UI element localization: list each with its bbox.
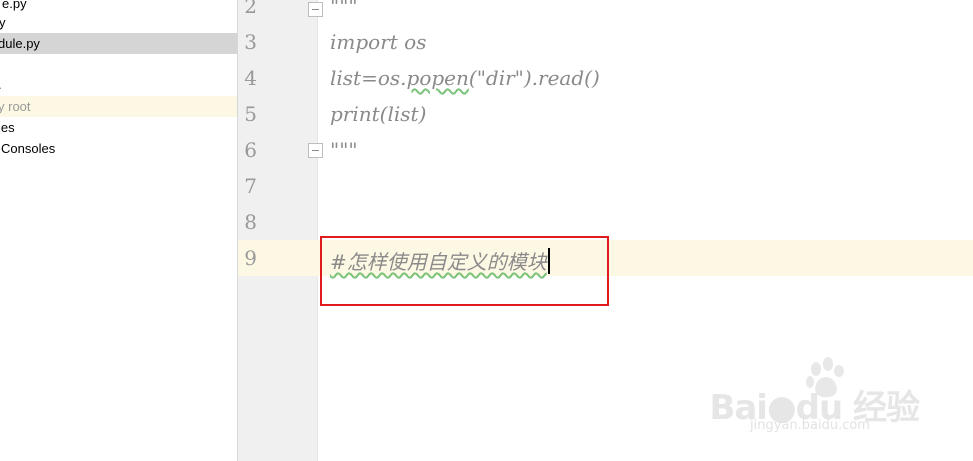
line-number: 8 [244, 210, 257, 234]
code-line[interactable]: print(list) [330, 102, 426, 126]
line-number: 9 [244, 246, 257, 270]
tree-item-libraries[interactable]: ies [0, 117, 237, 138]
line-number: 3 [244, 30, 257, 54]
code-line[interactable]: """ [330, 138, 358, 162]
tree-item-label: y [0, 12, 6, 33]
code-line[interactable]: list=os.popen("dir").read() [330, 66, 600, 90]
code-token-warning: popen [406, 66, 469, 90]
tree-item-label: . [0, 74, 2, 95]
tree-item-consoles[interactable]: Consoles [0, 138, 237, 159]
line-number: 5 [244, 102, 257, 126]
tree-item-label: ies [0, 120, 15, 135]
watermark-url: jingyan.baidu.com [750, 418, 870, 433]
tree-item-root[interactable]: y root [0, 96, 237, 117]
line-number: 2 [244, 0, 257, 18]
line-number: 4 [244, 66, 257, 90]
tree-item-module-file[interactable]: dule.py [0, 33, 237, 54]
tree-item-file[interactable]: y [0, 12, 237, 33]
code-token: list=os. [330, 66, 407, 90]
fold-end-icon[interactable] [308, 143, 323, 158]
tree-item-folder[interactable]: . [0, 74, 237, 95]
annotation-box [320, 236, 609, 306]
project-tree-panel: e.py y dule.py . y root ies Consoles [0, 0, 238, 461]
line-number: 7 [244, 174, 257, 198]
fold-end-icon[interactable] [308, 2, 323, 17]
code-line[interactable]: """ [330, 0, 358, 18]
tree-item-label: Consoles [1, 141, 56, 156]
code-line[interactable]: import os [330, 30, 426, 54]
line-number: 6 [244, 138, 257, 162]
tree-item-label: dule.py [0, 36, 40, 51]
code-token: ("dir").read() [468, 66, 600, 90]
tree-item-label: y root [0, 99, 31, 114]
